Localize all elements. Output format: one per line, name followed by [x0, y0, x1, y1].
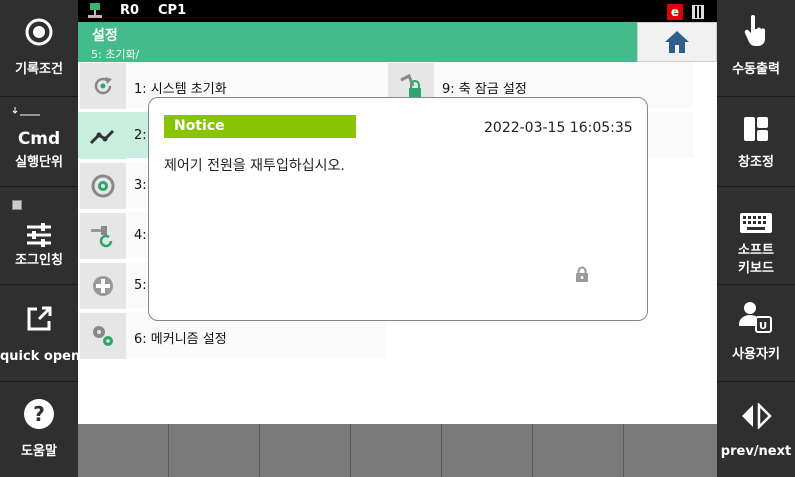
left-panel: 기록조건 Cmd 실행단위 조그인칭 quick open ? 도움말: [0, 0, 81, 477]
user-key-button[interactable]: U 사용자키: [717, 285, 795, 382]
soft-keyboard-button[interactable]: 소프트 키보드: [717, 187, 795, 285]
tool-reset-icon: [91, 226, 113, 248]
robot-arm-icon: [89, 129, 115, 145]
status-bar: R0 CP1 e: [78, 0, 717, 22]
cmd-icon: Cmd: [17, 129, 61, 149]
function-key-1[interactable]: [78, 424, 169, 477]
button-label: 소프트: [738, 243, 774, 258]
cp-id: CP1: [158, 3, 187, 18]
prev-next-button[interactable]: prev/next: [717, 382, 795, 477]
button-label: 실행단위: [15, 155, 63, 170]
button-label-2: 키보드: [738, 261, 774, 276]
sliders-icon: [27, 223, 51, 247]
user-key-letter: U: [759, 321, 768, 332]
dialog-datetime: 2022-03-15 16:05:35: [484, 120, 633, 136]
right-panel: 수동출력 창조정 소프트 키보드 U 사용자키 prev/next: [717, 0, 795, 477]
window-adjust-button[interactable]: 창조정: [717, 97, 795, 187]
function-key-6[interactable]: [533, 424, 624, 477]
svg-text:?: ?: [33, 402, 45, 426]
page-title: 설정: [92, 28, 118, 44]
hand-pointer-icon: [744, 15, 766, 46]
notice-dialog[interactable]: Notice 2022-03-15 16:05:35 제어기 전원을 재투입하십…: [148, 97, 648, 321]
prev-next-icon: [742, 403, 772, 429]
quick-open-button[interactable]: quick open: [0, 285, 81, 382]
exec-unit-button[interactable]: Cmd 실행단위: [0, 97, 78, 187]
system-reset-icon: [94, 77, 112, 95]
external-link-icon: [27, 306, 52, 331]
breadcrumb: 5: 초기화/: [91, 48, 140, 61]
help-icon: ?: [24, 399, 54, 429]
record-condition-button[interactable]: 기록조건: [0, 0, 78, 97]
button-label: quick open: [0, 349, 81, 364]
gears-icon: [93, 326, 113, 346]
help-button[interactable]: ? 도움말: [0, 382, 78, 477]
function-key-bar: [78, 424, 717, 477]
jog-inching-button[interactable]: 조그인칭: [0, 187, 78, 285]
list-item-label: 4:: [134, 228, 147, 243]
inching-indicator: [12, 200, 22, 210]
lock-icon: [576, 266, 588, 282]
button-label: 창조정: [738, 155, 774, 170]
function-key-3[interactable]: [260, 424, 351, 477]
function-key-7[interactable]: [624, 424, 717, 477]
step-icon: [12, 107, 40, 116]
function-key-4[interactable]: [351, 424, 442, 477]
window-layout-icon: [744, 117, 768, 141]
manual-output-button[interactable]: 수동출력: [717, 0, 795, 97]
plus-circle-icon: [93, 276, 113, 296]
battery-icon: [692, 5, 704, 19]
record-circle-icon: [25, 18, 53, 46]
button-label: prev/next: [720, 444, 792, 459]
axis-lock-icon: [400, 73, 421, 98]
list-item-label: 6: 메커니즘 설정: [134, 332, 227, 347]
gear-circle-icon: [91, 174, 115, 198]
dialog-title: Notice: [164, 115, 356, 138]
list-item-label: 5:: [134, 278, 147, 293]
button-label: 기록조건: [15, 62, 63, 77]
button-label: 도움말: [21, 444, 57, 459]
page-header: 설정 5: 초기화/: [78, 22, 637, 62]
button-label: 수동출력: [732, 62, 780, 77]
home-icon: [665, 31, 689, 53]
keyboard-icon: [740, 213, 772, 233]
user-key-icon: [739, 302, 772, 333]
list-item-label: 2:: [134, 128, 147, 143]
error-badge[interactable]: e: [667, 4, 683, 20]
button-label: 조그인칭: [15, 253, 63, 268]
function-key-5[interactable]: [442, 424, 533, 477]
home-button[interactable]: [637, 22, 717, 62]
list-item-label: 3:: [134, 178, 147, 193]
list-item-label: 9: 축 잠금 설정: [442, 82, 527, 97]
list-item-label: 1: 시스템 초기화: [134, 82, 227, 97]
button-label: 사용자키: [732, 347, 780, 362]
function-key-2[interactable]: [169, 424, 260, 477]
robot-id: R0: [120, 3, 140, 18]
robot-status-icon: [88, 3, 102, 18]
dialog-message: 제어기 전원을 재투입하십시오.: [164, 158, 345, 174]
